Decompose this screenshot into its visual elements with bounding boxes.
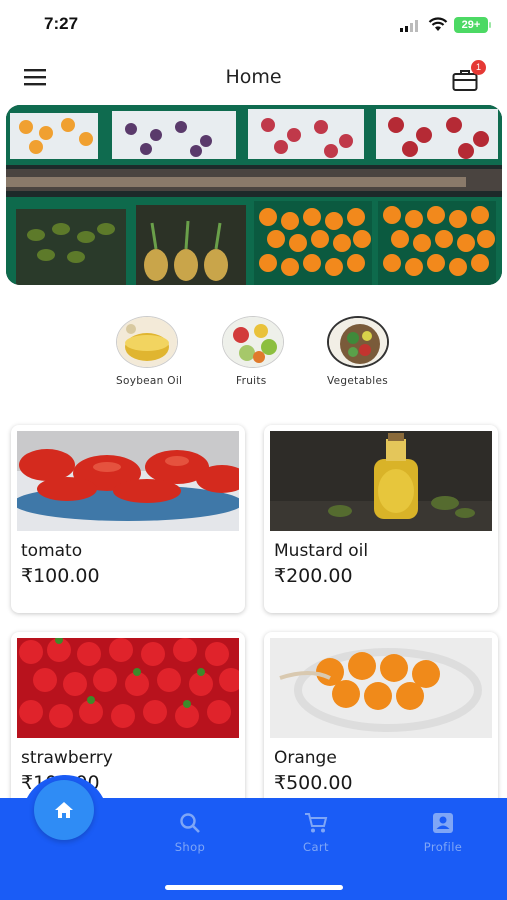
nav-item-shop[interactable]: Shop	[150, 812, 230, 854]
product-image	[270, 638, 492, 738]
home-icon	[55, 802, 73, 818]
nav-label: Cart	[303, 840, 329, 854]
category-label: Vegetables	[327, 375, 389, 387]
home-indicator	[165, 885, 343, 890]
nav-label: Profile	[423, 840, 463, 854]
product-name: Mustard oil	[274, 541, 369, 561]
nav-item-cart[interactable]: Cart	[276, 812, 356, 854]
cart-icon	[305, 813, 328, 833]
home-button[interactable]	[34, 780, 94, 840]
product-name: Orange	[274, 748, 337, 768]
nav-item-profile[interactable]: Profile	[403, 812, 483, 854]
signal-icon	[400, 20, 418, 32]
status-time: 7:27	[44, 14, 79, 33]
battery-indicator: 29+	[454, 17, 491, 33]
hero-banner[interactable]	[6, 105, 502, 285]
product-card-mustard-oil[interactable]: Mustard oil ₹200.00	[264, 425, 498, 613]
app-header: Home 1	[0, 56, 507, 100]
search-icon	[180, 813, 200, 833]
product-price: ₹100.00	[21, 565, 100, 587]
page-title: Home	[225, 66, 282, 88]
category-soybean-oil[interactable]: Soybean Oil	[116, 316, 206, 388]
cart-badge: 1	[471, 60, 486, 75]
profile-icon	[433, 813, 453, 833]
wifi-icon	[428, 17, 448, 31]
product-price: ₹500.00	[274, 772, 353, 794]
product-image	[17, 431, 239, 531]
nav-label: Shop	[174, 840, 206, 854]
category-image	[222, 316, 284, 368]
product-image	[17, 638, 239, 738]
category-image	[116, 316, 178, 368]
category-vegetables[interactable]: Vegetables	[327, 316, 417, 388]
product-name: strawberry	[21, 748, 113, 768]
category-image	[327, 316, 389, 368]
category-fruits[interactable]: Fruits	[222, 316, 312, 388]
status-bar: 7:27 29+	[0, 0, 507, 50]
product-card-tomato[interactable]: tomato ₹100.00	[11, 425, 245, 613]
product-card-orange[interactable]: Orange ₹500.00	[264, 632, 498, 820]
produce-stall-image	[6, 105, 502, 285]
product-price: ₹200.00	[274, 565, 353, 587]
cart-button[interactable]: 1	[452, 60, 486, 92]
category-label: Fruits	[236, 375, 267, 387]
product-image	[270, 431, 492, 531]
category-label: Soybean Oil	[116, 375, 183, 387]
product-name: tomato	[21, 541, 83, 561]
